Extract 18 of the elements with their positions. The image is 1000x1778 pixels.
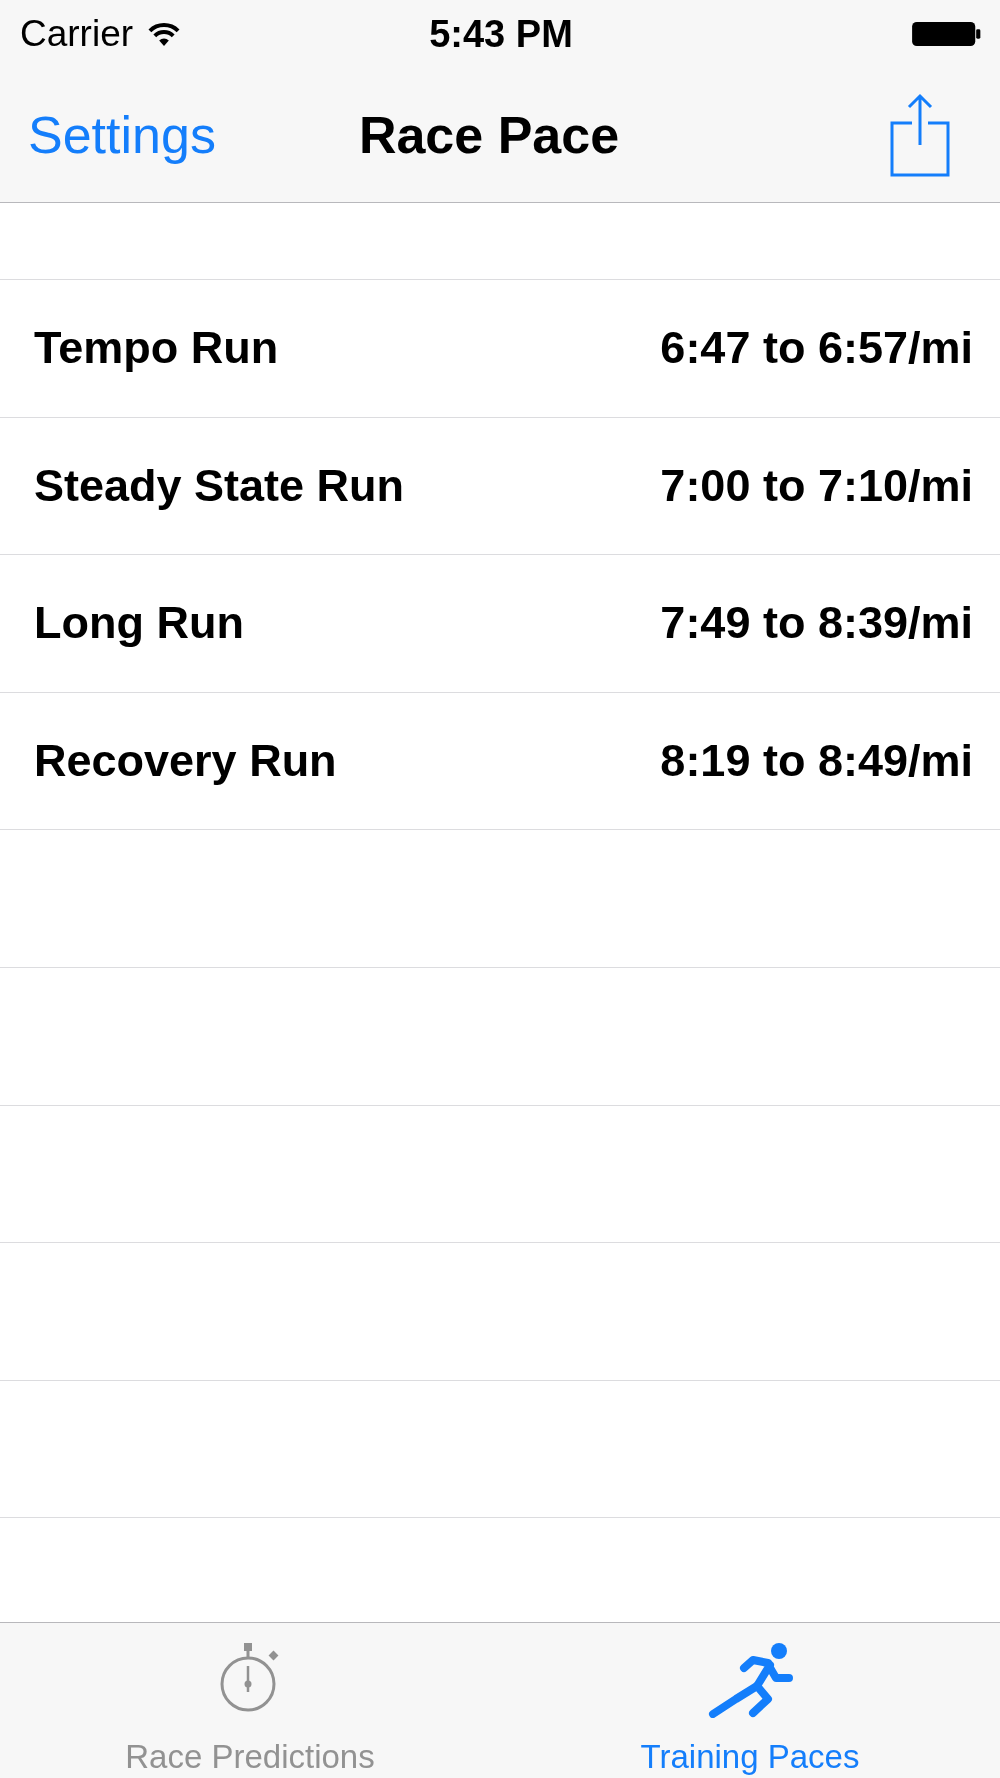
tab[interactable]: Race Predictions [0, 1623, 500, 1778]
pace-range: 7:00 to 7:10/mi [660, 459, 973, 512]
pace-range: 7:49 to 8:39/mi [660, 597, 973, 650]
tab[interactable]: Training Paces [500, 1623, 1000, 1778]
battery-icon [910, 21, 982, 47]
wifi-icon [147, 21, 182, 47]
pace-name: Recovery Run [34, 735, 337, 788]
pace-name: Long Run [34, 597, 244, 650]
pace-name: Steady State Run [34, 459, 405, 512]
runner-icon [707, 1641, 793, 1718]
settings-button[interactable]: Settings [28, 105, 216, 165]
pace-range: 6:47 to 6:57/mi [660, 322, 973, 375]
pace-name: Tempo Run [34, 322, 279, 375]
share-icon[interactable] [890, 93, 950, 177]
nav-title: Race Pace [358, 105, 620, 165]
time-label: 5:43 PM [429, 12, 573, 56]
carrier-label: Carrier [20, 13, 134, 55]
pace-range: 8:19 to 8:49/mi [660, 735, 973, 788]
